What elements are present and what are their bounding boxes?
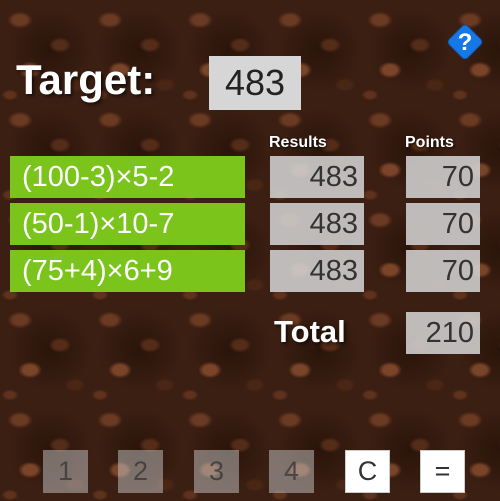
- equals-button[interactable]: =: [420, 450, 465, 493]
- target-value: 483: [209, 56, 301, 110]
- result-row-3: 483: [270, 250, 364, 292]
- result-row-2: 483: [270, 203, 364, 245]
- results-header: Results: [269, 134, 327, 151]
- expression-row-2[interactable]: (50-1)×10-7: [10, 203, 245, 245]
- expression-row-3[interactable]: (75+4)×6+9: [10, 250, 245, 292]
- help-icon: ?: [447, 24, 483, 60]
- points-header: Points: [405, 134, 454, 151]
- clear-button[interactable]: C: [345, 450, 390, 493]
- points-row-3: 70: [406, 250, 480, 292]
- key-3-button[interactable]: 3: [194, 450, 239, 493]
- expression-row-1[interactable]: (100-3)×5-2: [10, 156, 245, 198]
- total-label: Total: [274, 314, 346, 349]
- points-row-2: 70: [406, 203, 480, 245]
- help-button[interactable]: ?: [445, 22, 485, 62]
- result-row-1: 483: [270, 156, 364, 198]
- key-1-button[interactable]: 1: [43, 450, 88, 493]
- total-value: 210: [406, 312, 480, 354]
- points-row-1: 70: [406, 156, 480, 198]
- key-4-button[interactable]: 4: [269, 450, 314, 493]
- help-symbol: ?: [458, 29, 473, 56]
- key-2-button[interactable]: 2: [118, 450, 163, 493]
- target-label: Target:: [16, 56, 156, 103]
